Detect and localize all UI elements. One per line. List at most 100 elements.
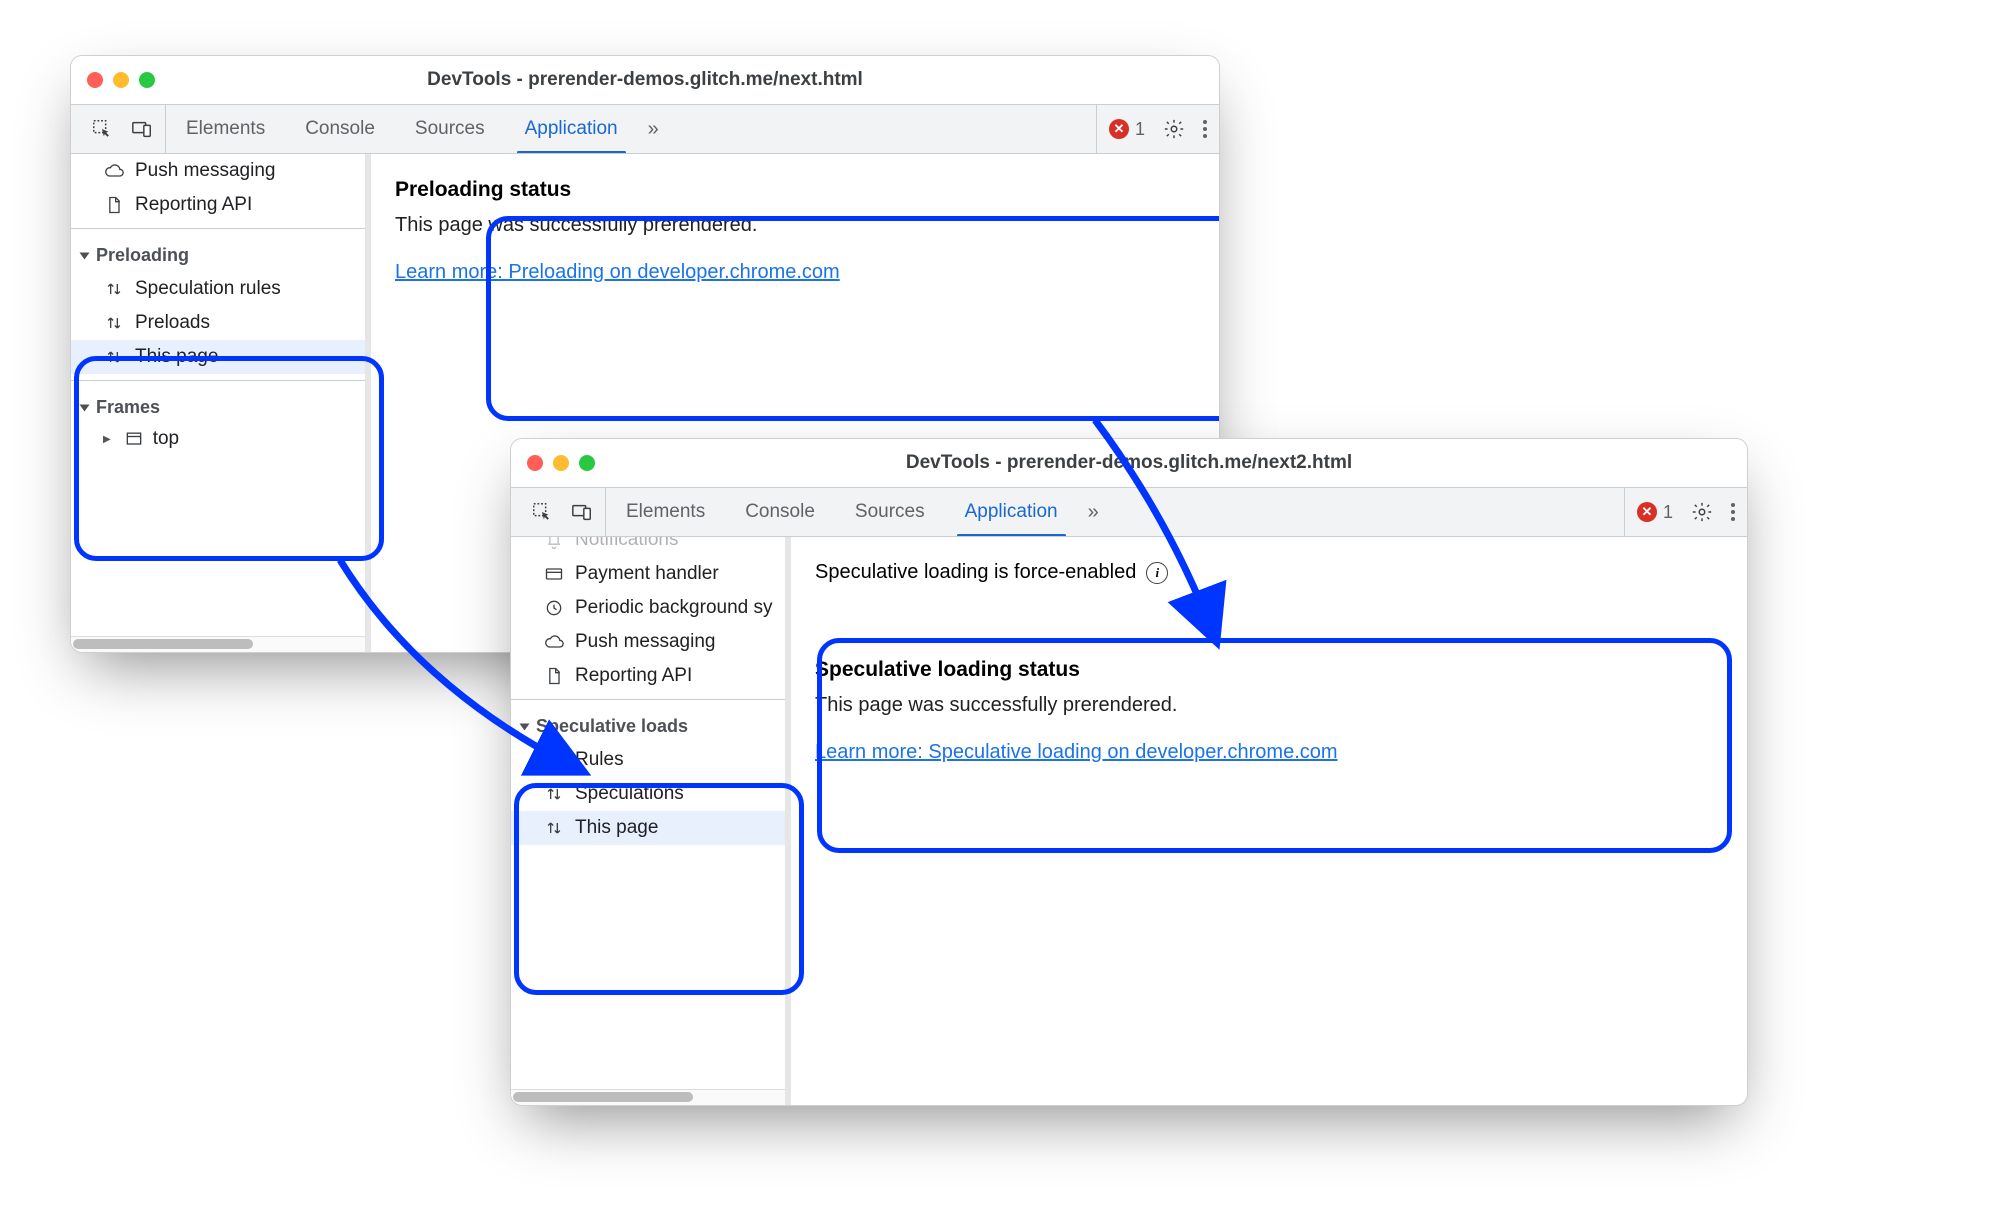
tab-application[interactable]: Application [505, 105, 638, 153]
bell-icon [543, 537, 565, 551]
divider [71, 228, 365, 229]
sidebar-section-preloading[interactable]: Preloading [71, 235, 365, 272]
sidebar-item-speculation-rules[interactable]: Speculation rules [71, 272, 365, 306]
close-icon[interactable] [87, 72, 103, 88]
updown-arrows-icon [543, 817, 565, 839]
sidebar-item-label: Push messaging [575, 631, 715, 653]
error-icon: ✕ [1637, 502, 1657, 522]
inspect-icon[interactable] [91, 118, 113, 140]
window-title: DevTools - prerender-demos.glitch.me/nex… [71, 56, 1219, 104]
traffic-lights [527, 455, 595, 471]
sidebar-scrollbar[interactable] [511, 1089, 785, 1105]
sidebar-item-push-messaging[interactable]: Push messaging [511, 625, 785, 659]
sidebar: Push messaging Reporting API Preloading … [71, 154, 371, 652]
device-toolbar-icon[interactable] [131, 118, 153, 140]
kebab-menu-icon[interactable] [1203, 120, 1207, 138]
tab-application[interactable]: Application [945, 488, 1078, 536]
sidebar-item-this-page[interactable]: This page [71, 340, 365, 374]
sidebar-item-label: Preloads [135, 312, 210, 334]
sidebar-scrollbar[interactable] [71, 636, 365, 652]
file-icon [103, 194, 125, 216]
error-badge[interactable]: ✕ 1 [1637, 502, 1673, 523]
window-title: DevTools - prerender-demos.glitch.me/nex… [511, 439, 1747, 487]
tab-sources[interactable]: Sources [835, 488, 945, 536]
titlebar: DevTools - prerender-demos.glitch.me/nex… [511, 439, 1747, 487]
sidebar-item-notifications[interactable]: Notifications [511, 537, 785, 557]
sidebar-item-this-page[interactable]: This page [511, 811, 785, 845]
scrollbar-thumb[interactable] [73, 639, 253, 649]
panel-title: Speculative loading status [815, 658, 1723, 682]
devtools-tabbar: Elements Console Sources Application » ✕… [71, 104, 1219, 154]
sidebar-item-label: Reporting API [135, 194, 252, 216]
sidebar-item-payment-handler[interactable]: Payment handler [511, 557, 785, 591]
sidebar-item-push-messaging[interactable]: Push messaging [71, 154, 365, 188]
updown-arrows-icon [543, 783, 565, 805]
sidebar-item-label: Rules [575, 749, 624, 771]
gear-icon[interactable] [1163, 118, 1185, 140]
scrollbar-thumb[interactable] [513, 1092, 693, 1102]
sidebar-item-label: This page [135, 346, 218, 368]
sidebar-item-label: Speculation rules [135, 278, 281, 300]
info-icon[interactable]: i [1146, 562, 1168, 584]
sidebar-item-periodic-bg-sync[interactable]: Periodic background sy [511, 591, 785, 625]
clock-icon [543, 597, 565, 619]
sidebar-section-speculative-loads[interactable]: Speculative loads [511, 706, 785, 743]
titlebar: DevTools - prerender-demos.glitch.me/nex… [71, 56, 1219, 104]
sidebar-item-reporting-api[interactable]: Reporting API [511, 659, 785, 693]
error-count: 1 [1135, 119, 1145, 140]
file-icon [543, 665, 565, 687]
learn-more-link[interactable]: Learn more: Speculative loading on devel… [815, 741, 1338, 763]
maximize-icon[interactable] [139, 72, 155, 88]
divider [71, 380, 365, 381]
close-icon[interactable] [527, 455, 543, 471]
tab-console[interactable]: Console [725, 488, 835, 536]
updown-arrows-icon [103, 346, 125, 368]
sidebar-item-speculations[interactable]: Speculations [511, 777, 785, 811]
panel-text: This page was successfully prerendered. [815, 694, 1723, 717]
minimize-icon[interactable] [113, 72, 129, 88]
sidebar-item-label: Periodic background sy [575, 597, 773, 619]
more-tabs-chevron-icon[interactable]: » [1078, 488, 1109, 536]
status-text: Speculative loading is force-enabled [815, 561, 1136, 584]
frame-icon [123, 428, 145, 450]
sidebar-item-frames-top[interactable]: top [71, 424, 365, 454]
device-toolbar-icon[interactable] [571, 501, 593, 523]
updown-arrows-icon [103, 278, 125, 300]
tab-sources[interactable]: Sources [395, 105, 505, 153]
sidebar-item-label: Payment handler [575, 563, 719, 585]
sidebar-item-label: Notifications [575, 537, 679, 551]
error-icon: ✕ [1109, 119, 1129, 139]
sidebar-item-reporting-api[interactable]: Reporting API [71, 188, 365, 222]
more-tabs-chevron-icon[interactable]: » [638, 105, 669, 153]
sidebar-item-label: Push messaging [135, 160, 275, 182]
sidebar-item-preloads[interactable]: Preloads [71, 306, 365, 340]
traffic-lights [87, 72, 155, 88]
error-badge[interactable]: ✕ 1 [1109, 119, 1145, 140]
tab-elements[interactable]: Elements [166, 105, 285, 153]
status-line: Speculative loading is force-enabled i [815, 561, 1723, 584]
inspect-icon[interactable] [531, 501, 553, 523]
cloud-icon [103, 160, 125, 182]
sidebar-item-label: Speculations [575, 783, 684, 805]
gear-icon[interactable] [1691, 501, 1713, 523]
tab-console[interactable]: Console [285, 105, 395, 153]
updown-arrows-icon [103, 312, 125, 334]
card-icon [543, 563, 565, 585]
kebab-menu-icon[interactable] [1731, 503, 1735, 521]
devtools-window-b: DevTools - prerender-demos.glitch.me/nex… [510, 438, 1748, 1106]
panel-text: This page was successfully prerendered. [395, 214, 1195, 237]
maximize-icon[interactable] [579, 455, 595, 471]
sidebar-item-label: top [153, 428, 179, 450]
error-count: 1 [1663, 502, 1673, 523]
learn-more-link[interactable]: Learn more: Preloading on developer.chro… [395, 261, 840, 283]
minimize-icon[interactable] [553, 455, 569, 471]
sidebar-section-frames[interactable]: Frames [71, 387, 365, 424]
divider [511, 699, 785, 700]
cloud-icon [543, 631, 565, 653]
sidebar-item-rules[interactable]: Rules [511, 743, 785, 777]
devtools-tabbar: Elements Console Sources Application » ✕… [511, 487, 1747, 537]
sidebar-item-label: Reporting API [575, 665, 692, 687]
tab-elements[interactable]: Elements [606, 488, 725, 536]
updown-arrows-icon [543, 749, 565, 771]
sidebar: Notifications Payment handler Periodic b… [511, 537, 791, 1105]
